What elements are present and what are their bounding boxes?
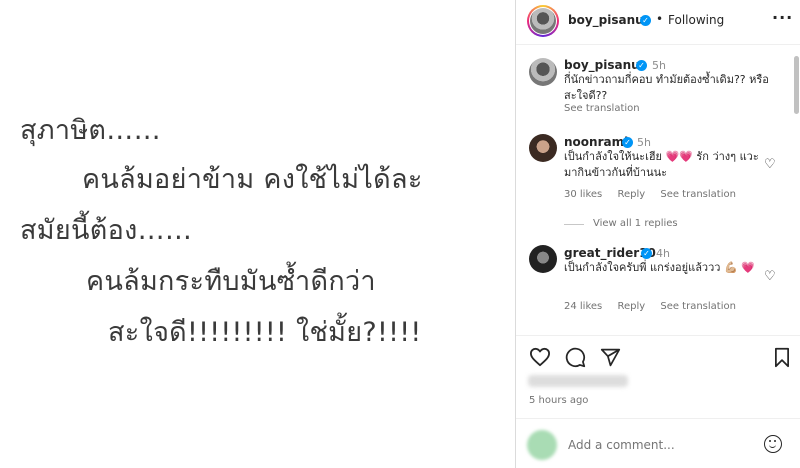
comment-avatar[interactable]: [529, 134, 557, 162]
following-button[interactable]: Following: [668, 13, 724, 27]
post-text-line-5: สะใจดี!!!!!!!!! ใช่มั้ย?!!!!: [108, 317, 422, 348]
comment-like-heart-icon[interactable]: ♡: [764, 269, 776, 284]
heart-icon[interactable]: [529, 347, 551, 367]
comment-icon[interactable]: [565, 347, 586, 368]
more-horizontal-icon[interactable]: ···: [772, 8, 793, 27]
comment-avatar[interactable]: [529, 245, 557, 273]
verified-badge-icon: ✓: [622, 137, 633, 148]
comment-username[interactable]: noonrami: [564, 135, 628, 149]
comment-time: 5h: [637, 136, 651, 149]
current-user-avatar: [527, 430, 557, 460]
posted-time[interactable]: 5 hours ago: [529, 395, 588, 406]
verified-badge-icon: ✓: [636, 60, 647, 71]
caption-text: กี่นักข่าวถามกี่คอบ ทำมัยต้องซ้ำเดิม?? ห…: [564, 73, 769, 102]
story-ring[interactable]: [527, 5, 559, 37]
avatar: [530, 8, 556, 34]
reply-button[interactable]: Reply: [617, 189, 645, 200]
comment-like-heart-icon[interactable]: ♡: [764, 157, 776, 172]
post-text-line-4: คนล้มกระทืบมันซ้ำดีกว่า: [86, 266, 376, 297]
comments-panel: boy_pisanu ✓ • Following ··· boy_pisanu …: [516, 0, 800, 468]
post-text-line-1: สุภาษิต……: [20, 115, 161, 146]
emoji-icon[interactable]: [764, 435, 782, 453]
caption-see-translation[interactable]: See translation: [564, 103, 640, 114]
comment-meta: 30 likes Reply See translation: [564, 189, 748, 200]
share-icon[interactable]: [600, 347, 621, 368]
caption-username[interactable]: boy_pisanu: [564, 58, 640, 72]
comment-text: เป็นกำลังใจครับพี่ แกร่งอยู่แล้ววว 💪🏼 💗: [564, 261, 755, 274]
likes-count-blurred: [528, 375, 628, 387]
caption-time: 5h: [652, 59, 666, 72]
comment-time: 4h: [656, 247, 670, 260]
comment-likes[interactable]: 24 likes: [564, 301, 602, 312]
thread-line: [564, 224, 584, 225]
post-text-line-3: สมัยนี้ต้อง……: [20, 215, 193, 246]
scrollbar[interactable]: [794, 56, 799, 326]
caption-avatar[interactable]: [529, 58, 557, 86]
see-translation-link[interactable]: See translation: [660, 189, 736, 200]
scrollbar-thumb[interactable]: [794, 56, 799, 114]
see-translation-link[interactable]: See translation: [660, 301, 736, 312]
post-text-line-2: คนล้มอย่าข้าม คงใช้ไม่ได้ละ: [82, 164, 423, 195]
comment-text: เป็นกำลังใจให้นะเฮีย 💗💗 รัก ว่างๆ แวะมาก…: [564, 150, 759, 179]
actions-divider: [516, 335, 800, 336]
comment-bar-divider: [516, 418, 800, 419]
verified-badge-icon: ✓: [641, 248, 652, 259]
separator-dot: •: [656, 12, 664, 26]
reply-button[interactable]: Reply: [617, 301, 645, 312]
verified-badge-icon: ✓: [640, 15, 651, 26]
post-header: boy_pisanu ✓ • Following ···: [516, 0, 800, 45]
post-image: สุภาษิต…… คนล้มอย่าข้าม คงใช้ไม่ได้ละ สม…: [0, 0, 515, 468]
comment-meta: 24 likes Reply See translation: [564, 301, 748, 312]
view-replies-link[interactable]: View all 1 replies: [593, 218, 678, 229]
add-comment-input[interactable]: [568, 438, 748, 452]
comment-likes[interactable]: 30 likes: [564, 189, 602, 200]
header-username[interactable]: boy_pisanu: [568, 13, 644, 27]
save-icon[interactable]: [773, 347, 791, 368]
